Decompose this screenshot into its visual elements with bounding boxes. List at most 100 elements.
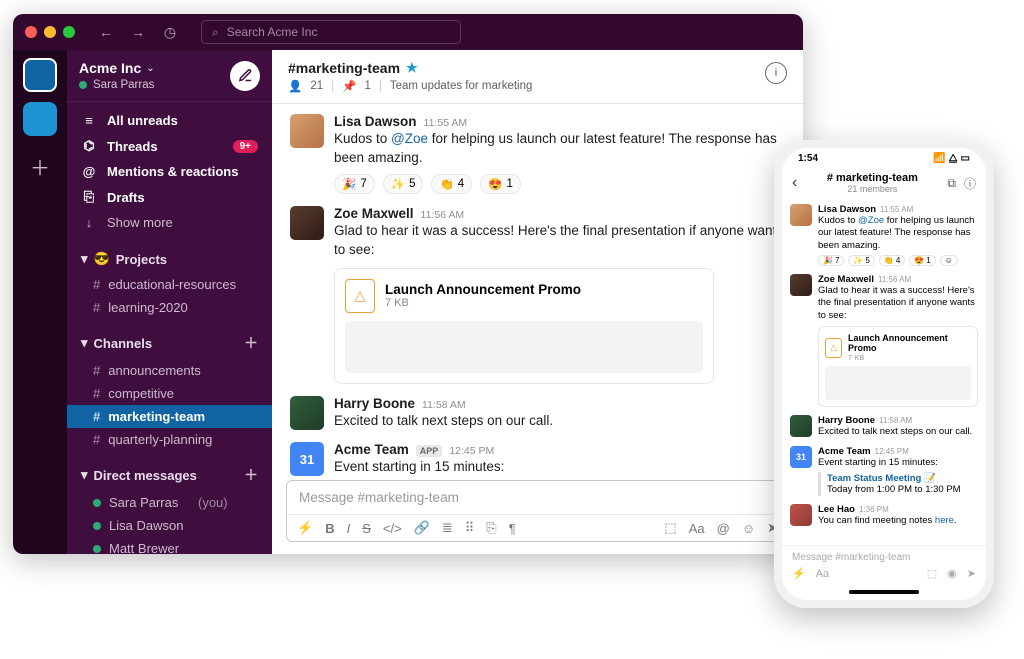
channel-announcements[interactable]: #announcements (67, 359, 272, 382)
ordered-list-button[interactable]: ≣ (442, 520, 453, 536)
mobile-composer: Message #marketing-team ⚡ Aa ⬚ ◉ ➤ (782, 545, 986, 586)
reaction[interactable]: 🎉7 (818, 255, 844, 266)
message: Zoe Maxwell11:56 AM Glad to hear it was … (282, 200, 793, 390)
link-button[interactable]: 🔗 (414, 520, 430, 536)
format-button[interactable]: Aa (816, 568, 829, 580)
avatar[interactable]: 31 (290, 442, 324, 476)
mobile-clock: 1:54 (798, 153, 818, 164)
file-attachment[interactable]: △ Launch Announcement Promo 7 KB (334, 268, 714, 384)
channel-quarterly-planning[interactable]: #quarterly-planning (67, 428, 272, 451)
channel-marketing-team[interactable]: #marketing-team (67, 405, 272, 428)
reaction[interactable]: 😍1 (909, 255, 935, 266)
titlebar: ← → ◷ ⌕ Search Acme Inc (13, 14, 803, 50)
send-button[interactable]: ➤ (967, 567, 976, 580)
dm-matt-brewer[interactable]: Matt Brewer (67, 537, 272, 554)
search-icon: ⌕ (212, 25, 219, 40)
add-workspace-button[interactable]: ＋ (30, 152, 50, 181)
history-forward-button[interactable]: → (127, 21, 149, 43)
message: Harry Boone11:58 AM Excited to talk next… (282, 390, 793, 437)
presence-dot (93, 499, 101, 507)
caret-icon: ▾ (81, 335, 88, 351)
search-icon[interactable]: ⧉ (947, 176, 956, 191)
dm-sara-parras[interactable]: Sara Parras (you) (67, 491, 272, 514)
mobile-channel-name[interactable]: # marketing-team (805, 172, 939, 184)
emoji-button[interactable]: ☺ (742, 521, 755, 536)
reaction[interactable]: ✨5 (848, 255, 874, 266)
home-indicator[interactable] (849, 590, 919, 594)
star-icon[interactable]: ★ (406, 60, 418, 76)
strike-button[interactable]: S (362, 521, 371, 536)
channel-details-button[interactable]: ⓘ (964, 175, 976, 192)
workspace-switcher-item[interactable] (23, 102, 57, 136)
italic-button[interactable]: I (347, 521, 351, 536)
format-button[interactable]: Aa (689, 521, 705, 536)
reaction[interactable]: 👏4 (431, 174, 472, 194)
code-button[interactable]: </> (383, 521, 402, 536)
search-input[interactable]: ⌕ Search Acme Inc (201, 20, 461, 44)
avatar[interactable] (290, 206, 324, 240)
shortcuts-icon[interactable]: ⚡ (297, 520, 313, 536)
mobile-device: 1:54 📶⧋▭ ‹ # marketing-team 21 members ⧉… (774, 140, 994, 608)
mobile-message-input[interactable]: Message #marketing-team (792, 552, 976, 563)
reaction[interactable]: ✨5 (383, 174, 424, 194)
nav-show-more[interactable]: ↓Show more (67, 210, 272, 235)
mention-button[interactable]: @ (717, 521, 730, 536)
calendar-event[interactable]: Team Status Meeting 📝 Today from 1:00 PM… (818, 472, 978, 496)
nav-drafts[interactable]: ⎘Drafts (67, 184, 272, 210)
nav-all-unreads[interactable]: ≡All unreads (67, 108, 272, 133)
file-attachment[interactable]: △Launch Announcement Promo7 KB (818, 326, 978, 407)
attach-button[interactable]: ⬚ (927, 567, 937, 580)
bold-button[interactable]: B (325, 521, 334, 536)
avatar[interactable] (790, 274, 812, 296)
close-window-button[interactable] (25, 26, 37, 38)
avatar[interactable]: 31 (790, 446, 812, 468)
add-reaction-button[interactable]: ☺ (940, 255, 958, 266)
channel-details-button[interactable]: i (765, 62, 787, 84)
section-projects-header[interactable]: ▾ 😎 Projects (67, 245, 272, 273)
author[interactable]: Harry Boone (334, 396, 415, 411)
add-channel-button[interactable]: ＋ (244, 333, 258, 353)
nav-threads[interactable]: ⌬Threads9+ (67, 133, 272, 159)
add-dm-button[interactable]: ＋ (244, 465, 258, 485)
author[interactable]: Zoe Maxwell (334, 206, 414, 221)
section-channels: ▾ Channels ＋ #announcements #competitive… (67, 323, 272, 455)
avatar[interactable] (790, 204, 812, 226)
mention[interactable]: @Zoe (391, 131, 428, 146)
nav-mentions[interactable]: @Mentions & reactions (67, 159, 272, 184)
avatar[interactable] (790, 415, 812, 437)
workspace-header[interactable]: Acme Inc ⌄ Sara Parras (67, 50, 272, 102)
blockquote-button[interactable]: ⎘ (486, 520, 496, 536)
caret-icon: ▾ (81, 467, 88, 483)
workspace-switcher-active[interactable] (23, 58, 57, 92)
section-channels-header[interactable]: ▾ Channels ＋ (67, 327, 272, 359)
reaction[interactable]: 😍1 (480, 174, 521, 194)
avatar[interactable] (790, 504, 812, 526)
codeblock-button[interactable]: ¶ (509, 521, 516, 536)
channel-competitive[interactable]: #competitive (67, 382, 272, 405)
attach-button[interactable]: ⬚ (664, 520, 676, 536)
history-back-button[interactable]: ← (95, 21, 117, 43)
compose-button[interactable] (230, 61, 260, 91)
bullet-list-button[interactable]: ⠿ (465, 520, 475, 536)
minimize-window-button[interactable] (44, 26, 56, 38)
dm-lisa-dawson[interactable]: Lisa Dawson (67, 514, 272, 537)
author[interactable]: Lisa Dawson (334, 114, 417, 129)
section-dms-header[interactable]: ▾ Direct messages ＋ (67, 459, 272, 491)
message-input[interactable]: Message #marketing-team (287, 481, 788, 514)
channel-view: #marketing-team ★ 👤21 | 📌1 | Team update… (272, 50, 803, 554)
channel-learning-2020[interactable]: #learning-2020 (67, 296, 272, 319)
channel-educational-resources[interactable]: #educational-resources (67, 273, 272, 296)
back-button[interactable]: ‹ (792, 174, 797, 192)
avatar[interactable] (290, 114, 324, 148)
workspace-name: Acme Inc (79, 60, 141, 76)
reaction[interactable]: 👏4 (879, 255, 905, 266)
maximize-window-button[interactable] (63, 26, 75, 38)
message-list: Lisa Dawson11:55 AM Kudos to @Zoe for he… (272, 104, 803, 480)
avatar[interactable] (290, 396, 324, 430)
shortcuts-icon[interactable]: ⚡ (792, 567, 806, 580)
history-button[interactable]: ◷ (159, 21, 181, 43)
channel-title[interactable]: #marketing-team ★ (288, 60, 532, 76)
reaction[interactable]: 🎉7 (334, 174, 375, 194)
camera-button[interactable]: ◉ (947, 567, 957, 580)
author[interactable]: Acme Team (334, 442, 409, 457)
